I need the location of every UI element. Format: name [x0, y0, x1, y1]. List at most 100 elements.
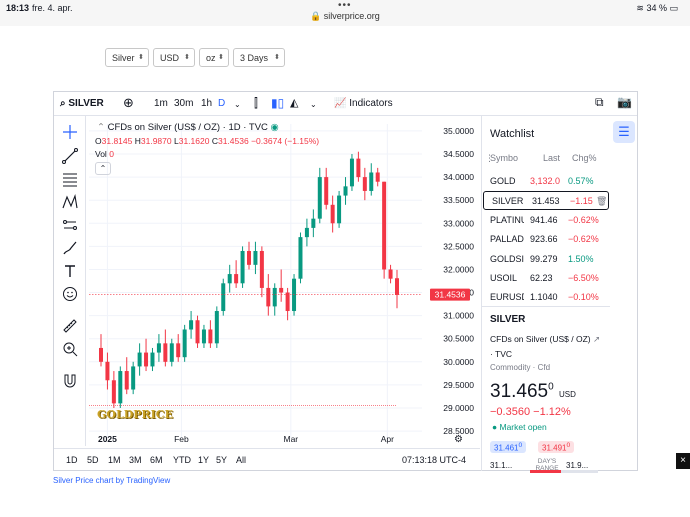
legend-toggle-button[interactable]: ⌃ — [95, 162, 111, 175]
symbol-search[interactable]: ⌕ SILVER — [60, 98, 104, 109]
candle-body — [195, 320, 200, 344]
watchlist-title: Watchlist — [490, 128, 535, 140]
range-6m[interactable]: 6M — [150, 455, 163, 465]
y-tick-label: 35.0000 — [443, 126, 474, 136]
candle-body — [298, 237, 303, 279]
candlestick-chart[interactable]: 35.0000 34.5000 34.0000 33.5000 33.0000 32.50… — [87, 116, 480, 446]
external-link-icon[interactable]: ↗ — [593, 334, 600, 344]
candle-body — [208, 329, 213, 344]
candle-body — [118, 371, 123, 404]
compare-add-icon[interactable]: ⊕ — [123, 95, 134, 111]
currency-select[interactable]: USD ⬍ — [153, 48, 195, 67]
ruler-icon[interactable] — [62, 318, 78, 334]
market-status: ● Market open — [492, 422, 547, 432]
projection-icon[interactable] — [62, 217, 78, 233]
watchlist-row[interactable]: SILVER 31.453 −1.15 🗑 — [483, 191, 609, 211]
chevron-down-icon[interactable]: ⌄ — [310, 100, 317, 109]
watchlist-row[interactable]: PALLADIUM 923.66 −0.62% — [482, 230, 610, 249]
candle-body — [375, 172, 380, 182]
interval-1m[interactable]: 1m — [154, 98, 168, 109]
range-all[interactable]: All — [236, 455, 246, 465]
watchlist-chg: −6.50% — [568, 273, 599, 283]
candles-style-icon[interactable]: ▮▯ — [271, 96, 284, 110]
metal-select[interactable]: Silver ⬍ — [105, 48, 149, 67]
details-change: −0.3560 −1.12% — [490, 406, 571, 418]
period-select[interactable]: 3 Days ⬍ — [233, 48, 285, 67]
brush-icon[interactable] — [62, 240, 78, 256]
chevron-updown-icon: ⬍ — [138, 54, 144, 61]
clock: 18:13 — [6, 3, 30, 13]
indicators-button[interactable]: 📈 Indicators — [334, 98, 393, 109]
candle-body — [304, 227, 309, 238]
trash-icon[interactable]: 🗑 — [596, 196, 607, 207]
candle-body — [349, 158, 354, 187]
close-icon[interactable]: × — [676, 453, 690, 469]
gear-icon[interactable]: ⚙ — [454, 434, 463, 445]
emoji-icon[interactable] — [62, 286, 78, 302]
fullscreen-icon[interactable]: ⧉ — [595, 95, 604, 110]
url-text: silverprice.org — [323, 11, 380, 21]
y-tick-label: 30.0000 — [443, 357, 474, 367]
watchlist-chg: −1.15 — [570, 196, 593, 207]
camera-icon[interactable]: 📷 — [617, 95, 632, 109]
range-high: 31.9... — [566, 461, 589, 470]
range-5y[interactable]: 5Y — [216, 455, 227, 465]
candle-body — [330, 204, 335, 224]
watchlist-last: 3,132.0 — [530, 176, 561, 186]
watchlist-row[interactable]: PLATINUM 941.46 −0.62% — [482, 211, 610, 230]
range-1d[interactable]: 1D — [66, 455, 78, 465]
range-1m[interactable]: 1M — [108, 455, 121, 465]
candle-body — [362, 177, 367, 191]
area-style-icon[interactable]: ◭ — [290, 96, 298, 109]
range-3m[interactable]: 3M — [129, 455, 142, 465]
y-tick-label: 34.5000 — [443, 149, 474, 159]
candle-body — [388, 269, 393, 279]
chevron-down-icon[interactable]: ⌄ — [234, 100, 241, 109]
lock-icon: 🔒 — [310, 11, 322, 21]
watchlist-symbol: EURUSD — [490, 292, 524, 303]
watchlist-last: 923.66 — [530, 234, 558, 245]
watchlist-row[interactable]: USOIL 62.23 −6.50% — [482, 269, 610, 288]
watchlist-symbol: GOLDSILVER — [490, 253, 524, 264]
chevron-updown-icon: ⬍ — [274, 54, 280, 61]
x-tick-label: Mar — [284, 434, 299, 444]
magnet-icon[interactable] — [62, 373, 78, 389]
interval-30m[interactable]: 30m — [174, 98, 193, 109]
zoom-in-icon[interactable] — [62, 341, 78, 357]
more-dots-icon[interactable]: ••• — [338, 0, 352, 11]
interval-1h[interactable]: 1h — [201, 98, 212, 109]
crosshair-icon[interactable] — [62, 124, 78, 140]
watchlist-row[interactable]: GOLD 3,132.0 0.57% — [482, 172, 610, 191]
watchlist-icon[interactable]: ☰ — [613, 121, 635, 143]
unit-select[interactable]: oz ⬍ — [199, 48, 229, 67]
watchlist-row[interactable]: GOLDSILVER 99.279 1.50% — [482, 250, 610, 269]
watchlist-row[interactable]: EURUSD 1.1040 −0.10% — [482, 288, 610, 307]
address-bar[interactable]: 🔒 silverprice.org — [310, 11, 380, 22]
fib-retracement-icon[interactable] — [62, 171, 78, 187]
watchlist-chg: −0.62% — [568, 234, 599, 245]
candle-body — [137, 352, 142, 367]
divider — [482, 306, 610, 307]
right-icon-bar: ☰ — [610, 116, 638, 471]
range-ytd[interactable]: YTD — [173, 455, 191, 465]
price-chart[interactable]: 35.0000 34.5000 34.0000 33.5000 33.0000 32.50… — [87, 116, 480, 446]
candle-body — [259, 250, 264, 288]
pattern-icon[interactable] — [62, 194, 78, 210]
watchlist-header: ⋮ Symbol Last Chg% — [485, 153, 597, 163]
candle-body — [240, 250, 245, 284]
details-category: Commodity · Cfd — [490, 363, 551, 372]
range-5d[interactable]: 5D — [87, 455, 99, 465]
interval-d[interactable]: D — [218, 98, 225, 109]
collapse-icon[interactable]: ⌃ — [97, 122, 105, 133]
chart-caption[interactable]: Silver Price chart by TradingView — [53, 476, 170, 485]
trendline-icon[interactable] — [62, 148, 78, 164]
watchlist-chg: 0.57% — [568, 176, 594, 186]
candle-body — [227, 274, 232, 284]
bar-style-icon[interactable]: ⫿ — [254, 96, 258, 111]
change-value: −0.3674 (−1.15%) — [251, 136, 320, 146]
candle-body — [201, 329, 206, 344]
range-1y[interactable]: 1Y — [198, 455, 209, 465]
utc-clock[interactable]: 07:13:18 UTC-4 — [402, 455, 466, 465]
watchlist-symbol: SILVER — [492, 196, 524, 207]
text-icon[interactable] — [62, 263, 78, 279]
